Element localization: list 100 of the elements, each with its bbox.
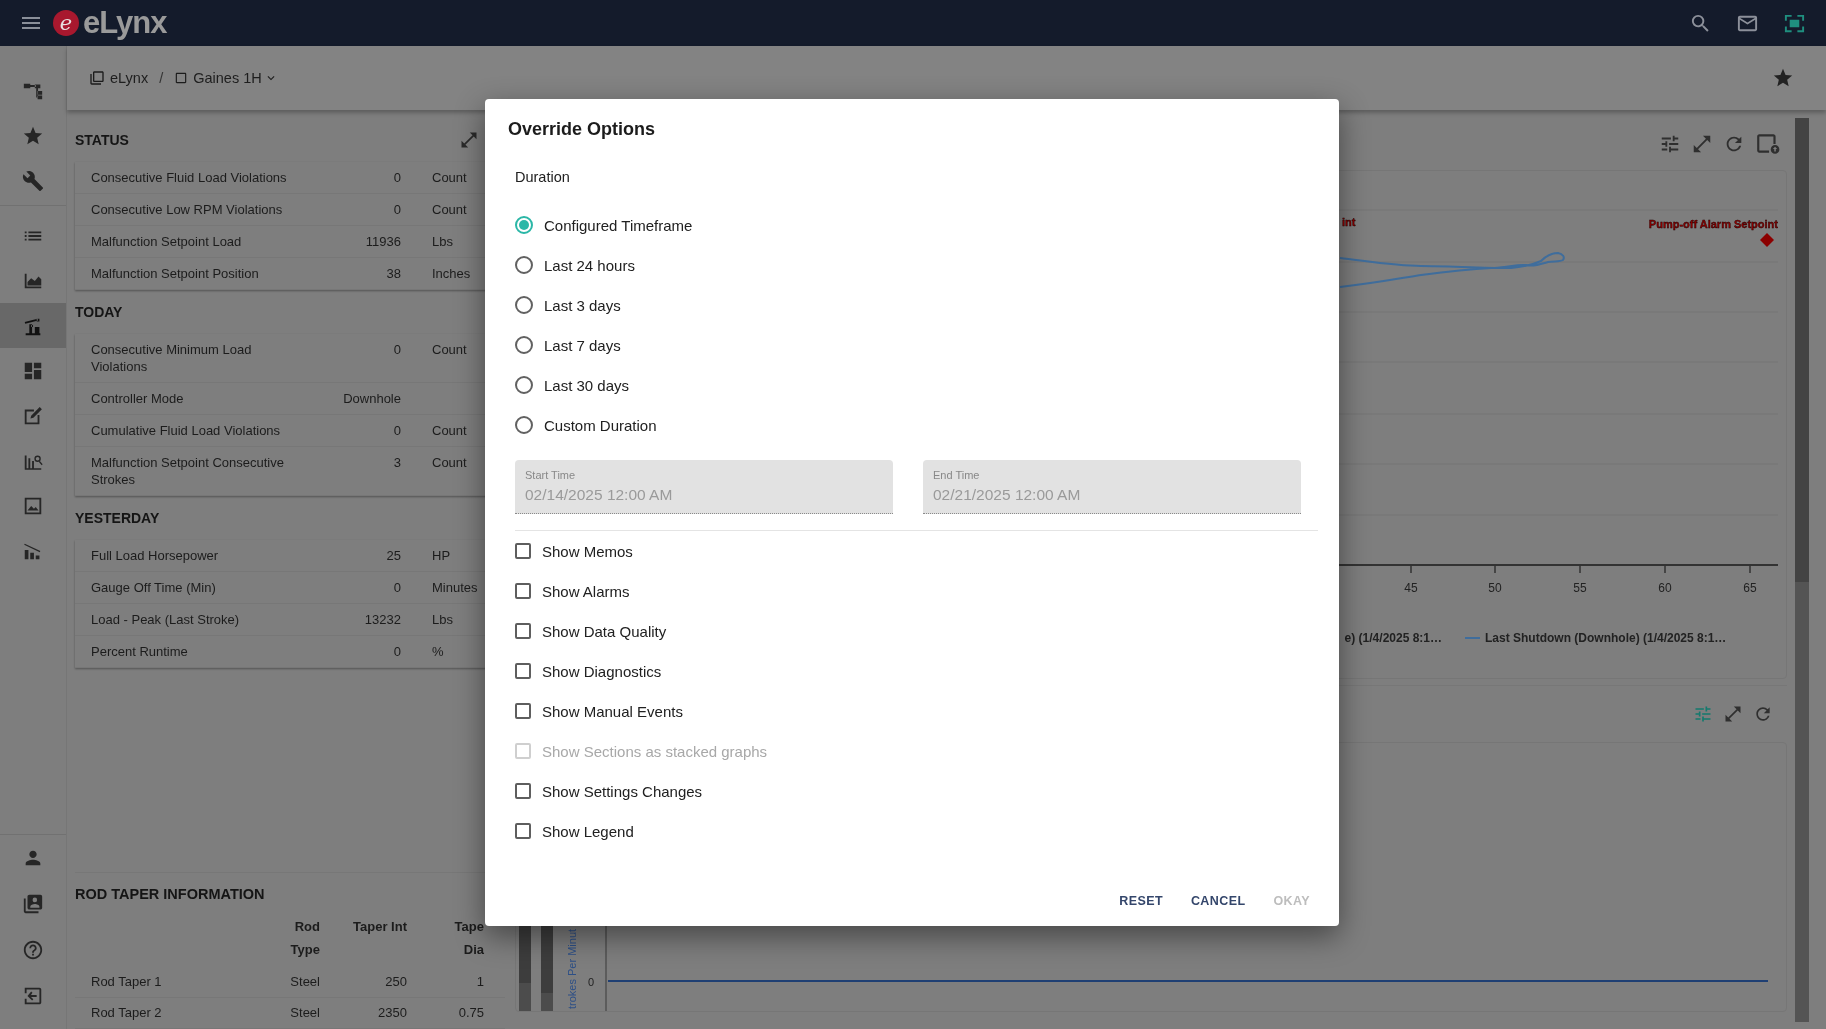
legend-label[interactable]: Last Shutdown (Downhole) (1/4/2025 8:1… [1485, 631, 1727, 645]
dialog-button[interactable]: RESET [1111, 883, 1171, 919]
checkbox[interactable] [515, 783, 531, 799]
option-label[interactable]: Last 30 days [544, 376, 630, 394]
metric-unit: Lbs [431, 611, 454, 629]
radio-button[interactable] [515, 416, 533, 434]
axis-tick-label: 65 [1743, 581, 1757, 595]
column-header: Taper Int [353, 919, 407, 934]
metric-name: Percent Runtime [91, 643, 189, 661]
metric-value: 0 [392, 643, 402, 661]
diamond-marker [1760, 233, 1774, 247]
metric-value: 11936 [364, 233, 402, 251]
metric-value: 0 [392, 579, 402, 597]
option-label[interactable]: Last 7 days [544, 336, 621, 354]
metric-name: Load - Peak (Last Stroke) [91, 611, 241, 629]
radio-button[interactable] [515, 296, 533, 314]
metric-value: 25 [385, 547, 402, 565]
table-cell-text: Steel [289, 1004, 320, 1022]
metric-unit: Inches [431, 265, 472, 283]
metric-unit: % [431, 643, 445, 661]
expand-icon[interactable] [1691, 133, 1713, 155]
metric-unit: Minutes [431, 579, 479, 597]
wrench-icon [22, 169, 44, 192]
metric-value: 0 [392, 201, 402, 219]
option-label[interactable]: Custom Duration [544, 416, 657, 434]
axis-tick-label: 45 [1404, 581, 1418, 595]
option-label[interactable]: Show Settings Changes [542, 782, 703, 800]
metric-unit: Count [431, 454, 468, 472]
metric-name: Malfunction Setpoint Load [91, 233, 243, 251]
section-title: YESTERDAY [75, 510, 160, 526]
metric-value: 0 [392, 169, 402, 187]
logo-mark: e [53, 10, 79, 36]
expand-icon[interactable] [459, 130, 479, 150]
metric-unit: Count [431, 341, 468, 359]
exit-icon [22, 985, 44, 1007]
expand-icon[interactable] [1723, 704, 1743, 724]
legend-label[interactable]: e) (1/4/2025 8:1… [1344, 631, 1442, 645]
metric-value: 3 [392, 454, 402, 472]
checkbox[interactable] [515, 583, 531, 599]
checkbox[interactable] [515, 623, 531, 639]
axis-title: trokes Per Minut [566, 928, 578, 1009]
option-label[interactable]: Show Legend [542, 822, 634, 840]
metric-name: Consecutive Minimum Load Violations [91, 341, 253, 376]
table-cell-text: Rod Taper 2 [91, 1004, 163, 1022]
refresh-icon[interactable] [1753, 704, 1773, 724]
option-label[interactable]: Last 24 hours [544, 256, 635, 274]
help-icon [22, 939, 44, 961]
option-label[interactable]: Show Alarms [542, 582, 630, 600]
logo-text: eLynx [83, 5, 167, 41]
breadcrumb-dropdown[interactable]: Gaines 1H [193, 70, 278, 86]
section-title: STATUS [75, 132, 129, 148]
breadcrumb-link[interactable]: eLynx [110, 70, 149, 86]
scrollbar-thumb[interactable] [1795, 118, 1809, 582]
table-cell-text: 1 [475, 973, 484, 991]
section-title: ROD TAPER INFORMATION [75, 886, 265, 902]
checkbox[interactable] [515, 543, 531, 559]
axis-tick-label: 55 [1573, 581, 1587, 595]
sliders-icon[interactable] [1659, 133, 1681, 155]
section-title: TODAY [75, 304, 123, 320]
option-label[interactable]: Show Diagnostics [542, 662, 662, 680]
table-cell-text: Steel [289, 973, 320, 991]
marker-label: int [1342, 216, 1356, 228]
option-label[interactable]: Configured Timeframe [544, 216, 693, 234]
metric-value: 13232 [363, 611, 402, 629]
edit-icon [22, 404, 44, 427]
metric-unit: Lbs [431, 233, 454, 251]
radio-button[interactable] [515, 216, 533, 234]
dialog-button[interactable]: CANCEL [1182, 883, 1254, 919]
metric-unit: Count [431, 201, 468, 219]
table-cell-text: 0.75 [457, 1004, 484, 1022]
option-label[interactable]: Show Data Quality [542, 622, 667, 640]
option-label[interactable]: Show Manual Events [542, 702, 683, 720]
axis-tick-label: 0 [587, 976, 594, 988]
option-label[interactable]: Show Memos [542, 542, 633, 560]
metric-value: Downhole [342, 390, 402, 408]
group-label: Duration [515, 168, 570, 187]
nav-item[interactable] [0, 303, 66, 348]
radio-button[interactable] [515, 336, 533, 354]
option-label[interactable]: Last 3 days [544, 296, 621, 314]
device-upload-icon[interactable] [1755, 131, 1781, 157]
metric-name: Full Load Horsepower [91, 547, 220, 565]
metric-unit: Count [431, 169, 468, 187]
checkbox[interactable] [515, 703, 531, 719]
dialog-title: Override Options [508, 118, 656, 141]
metric-unit: Count [431, 422, 468, 440]
checkbox[interactable] [515, 823, 531, 839]
scrollbar[interactable] [1795, 118, 1809, 1022]
metric-name: Gauge Off Time (Min) [91, 579, 217, 597]
column-header: Tape Dia [453, 918, 484, 959]
metric-name: Cumulative Fluid Load Violations [91, 422, 282, 440]
radio-button[interactable] [515, 376, 533, 394]
sliders-icon[interactable] [1693, 704, 1713, 724]
star-icon[interactable] [1772, 67, 1794, 89]
table-cell-text: Rod Taper 1 [91, 973, 163, 991]
radio-button[interactable] [515, 256, 533, 274]
metric-name: Consecutive Low RPM Violations [91, 201, 284, 219]
breadcrumb-separator: / [159, 70, 164, 86]
checkbox[interactable] [515, 663, 531, 679]
contacts-icon [22, 893, 44, 915]
metric-value: 0 [392, 341, 402, 359]
